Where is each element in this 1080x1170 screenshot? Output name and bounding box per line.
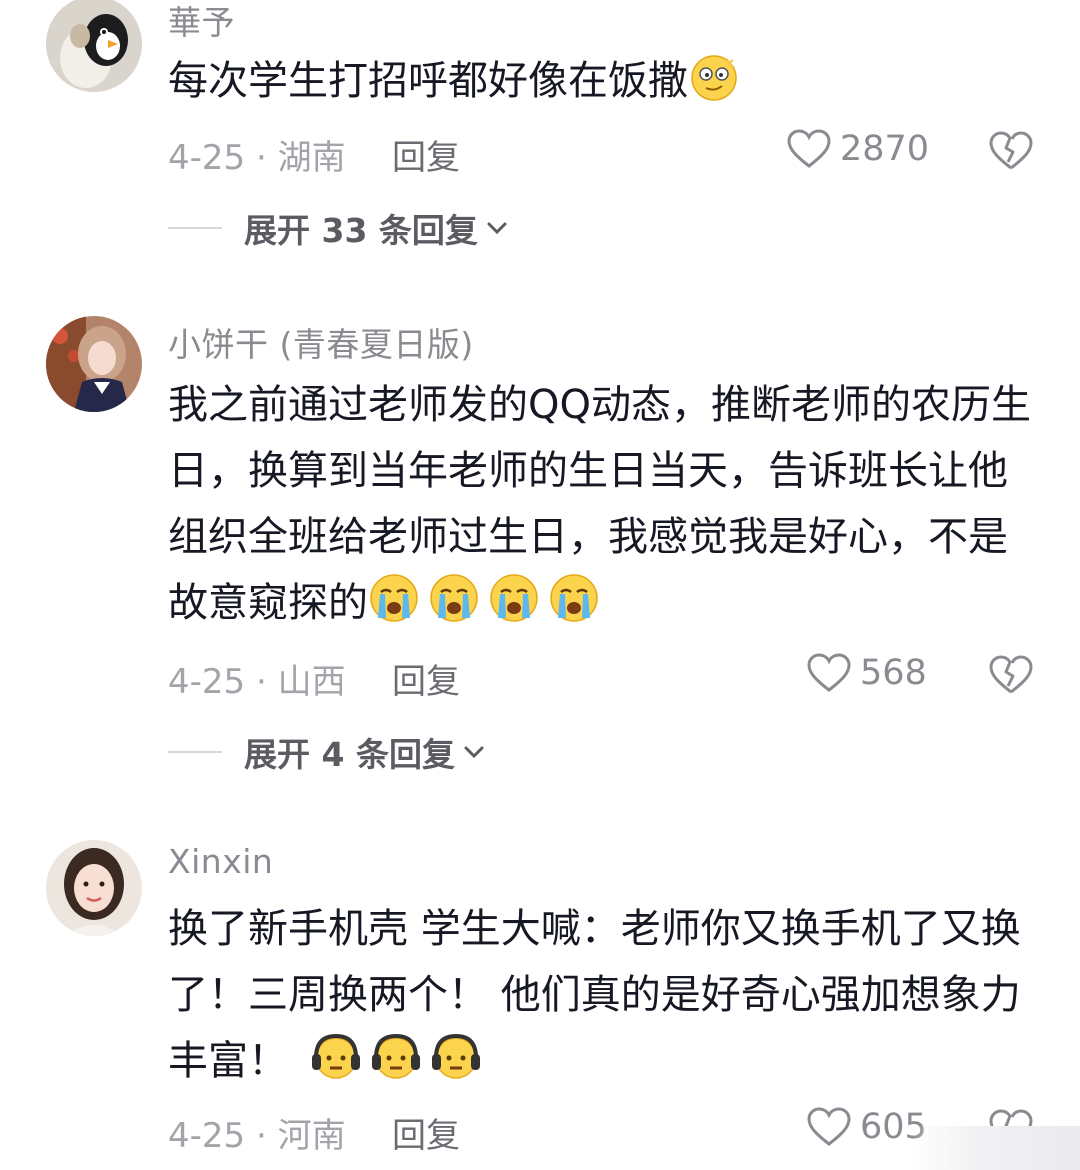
broken-heart-icon[interactable] <box>988 130 1034 172</box>
expand-replies-label: 展开 33 条回复 <box>244 211 478 250</box>
expand-replies-button[interactable]: 展开 33 条回复 <box>168 204 508 252</box>
headphone-face-emoji <box>370 1030 422 1082</box>
avatar[interactable] <box>46 0 142 92</box>
reply-button[interactable]: 回复 <box>392 654 460 703</box>
like-button[interactable]: 2870 <box>786 128 929 170</box>
crying-face-emoji <box>488 572 540 624</box>
crying-face-emoji <box>368 572 420 624</box>
headphone-face-emoji <box>310 1030 362 1082</box>
heart-icon <box>787 129 831 168</box>
divider <box>168 227 222 229</box>
heart-icon <box>807 653 851 692</box>
comment-date-location: 4-25 · 河南 <box>168 1116 346 1156</box>
crying-face-emoji <box>548 572 600 624</box>
comment-date-location: 4-25 · 山西 <box>168 662 346 702</box>
expand-replies-label: 展开 4 条回复 <box>244 735 455 774</box>
avatar[interactable] <box>46 316 142 412</box>
crying-face-emoji <box>428 572 480 624</box>
comment-text: 换了新手机壳 学生大喊：老师你又换手机了又换了！三周换两个！ 他们真的是好奇心强… <box>168 906 1021 1084</box>
username[interactable]: 小饼干 (青春夏日版) <box>168 318 474 366</box>
like-count: 568 <box>860 653 927 693</box>
chevron-down-icon <box>487 222 507 235</box>
watermark-overlay <box>910 1126 1080 1170</box>
like-button[interactable]: 568 <box>806 652 927 694</box>
broken-heart-icon[interactable] <box>988 654 1034 696</box>
reply-button[interactable]: 回复 <box>392 1108 460 1157</box>
divider <box>168 751 222 753</box>
chevron-down-icon <box>464 746 484 759</box>
comment-text: 我之前通过老师发的QQ动态，推断老师的农历生日，换算到当年老师的生日当天，告诉班… <box>168 382 1031 626</box>
like-button[interactable]: 605 <box>806 1106 927 1148</box>
heart-icon <box>807 1107 851 1146</box>
dizzy-face-emoji <box>688 50 740 102</box>
reply-button[interactable]: 回复 <box>392 130 460 179</box>
comment-date-location: 4-25 · 湖南 <box>168 138 346 178</box>
comment-text: 每次学生打招呼都好像在饭撒 <box>168 48 1038 114</box>
avatar[interactable] <box>46 840 142 936</box>
headphone-face-emoji <box>430 1030 482 1082</box>
expand-replies-button[interactable]: 展开 4 条回复 <box>168 728 485 776</box>
like-count: 2870 <box>840 129 930 169</box>
username[interactable]: Xinxin <box>168 842 273 881</box>
username[interactable]: 華予 <box>168 0 235 44</box>
